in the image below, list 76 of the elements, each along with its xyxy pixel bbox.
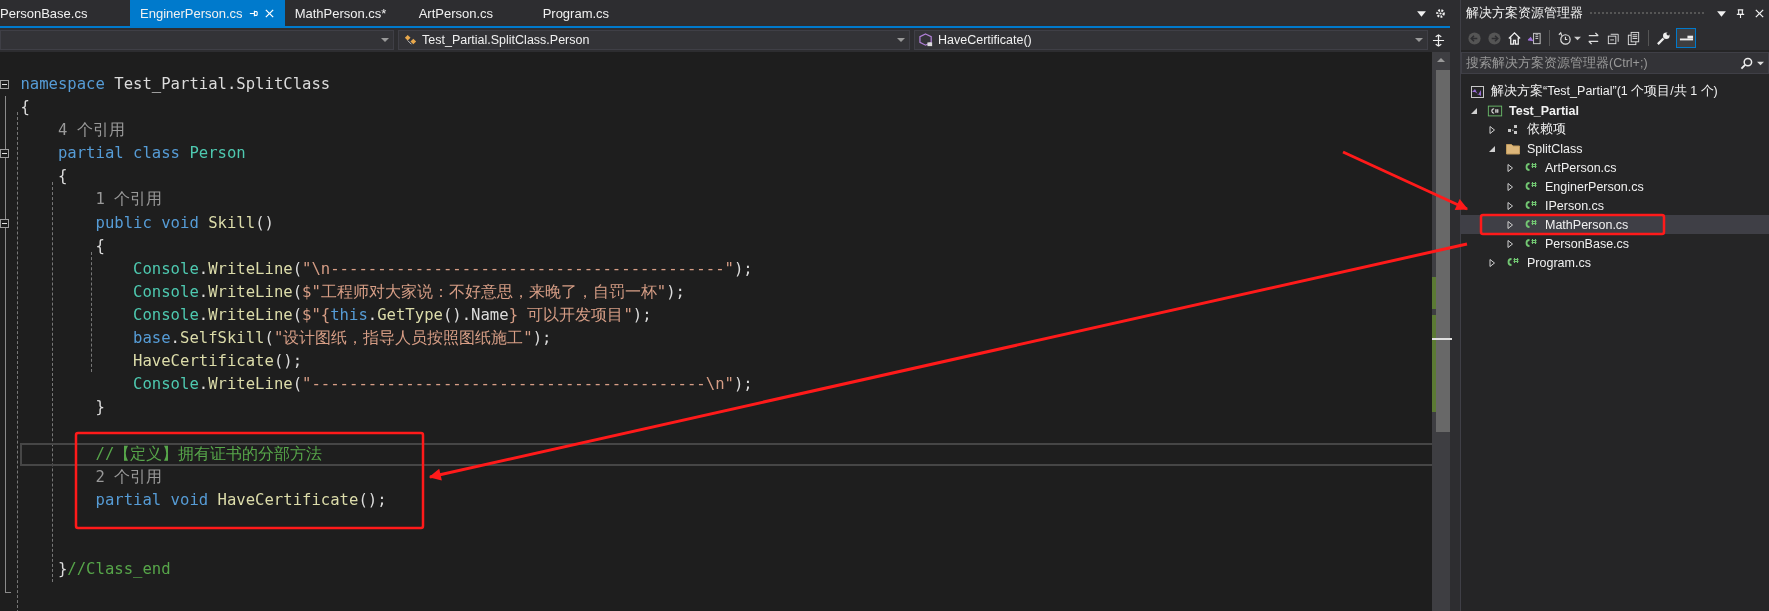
- preview-toggle[interactable]: [1676, 28, 1696, 48]
- code-line: Console.WriteLine("------------------------------------------\n");: [132, 374, 753, 396]
- project-icon: [1487, 102, 1503, 119]
- collapsed-arrow-icon[interactable]: [1505, 219, 1515, 230]
- code-line: {: [20, 97, 30, 119]
- member-dropdown[interactable]: HaveCertificate(): [914, 30, 1428, 50]
- file-tab[interactable]: PersonBase.cs: [0, 0, 130, 26]
- search-field[interactable]: 搜索解决方案资源管理器(Ctrl+;): [1461, 52, 1769, 74]
- caret-icon: [1415, 36, 1423, 44]
- scrollbar[interactable]: [1432, 52, 1450, 611]
- collapsed-arrow-icon[interactable]: [1505, 200, 1515, 211]
- switch-views-icon[interactable]: [1527, 30, 1542, 46]
- file-tab[interactable]: MathPerson.cs*: [284, 0, 409, 26]
- code-comment: //【定义】拥有证书的分部方法: [20, 442, 1432, 466]
- code-line: namespace Test_Partial.SplitClass: [20, 74, 331, 95]
- file-tab[interactable]: ArtPerson.cs: [408, 0, 533, 26]
- collapse-icon[interactable]: [0, 80, 9, 89]
- panel-title: 解决方案资源管理器: [1466, 4, 1583, 22]
- scrollbar-thumb[interactable]: [1436, 70, 1450, 432]
- change-marker: [1432, 277, 1436, 309]
- code-line: }: [94, 397, 105, 419]
- tree-item[interactable]: Program.cs: [1461, 253, 1769, 272]
- code-line: partial void HaveCertificate();: [94, 489, 387, 511]
- collapse-icon[interactable]: [0, 149, 9, 159]
- code-line: Console.WriteLine($"{this.GetType().Name} 可以开发项目");: [132, 304, 652, 326]
- tree-item[interactable]: EnginerPerson.cs: [1461, 177, 1769, 196]
- file-tab[interactable]: Program.cs: [532, 0, 657, 26]
- tree-item[interactable]: Test_Partial: [1461, 101, 1769, 120]
- tab-label: EnginerPerson.cs: [140, 5, 243, 21]
- reference-count[interactable]: 2 个引用: [20, 465, 163, 489]
- caret-icon[interactable]: [1574, 34, 1581, 42]
- code-line: partial class Person: [56, 143, 246, 165]
- collapse-icon[interactable]: [0, 218, 9, 228]
- tree-item[interactable]: 解决方案“Test_Partial”(1 个项目/共 1 个): [1461, 82, 1769, 101]
- collapsed-arrow-icon[interactable]: [1487, 257, 1497, 268]
- reference-count[interactable]: 1 个引用: [20, 188, 163, 212]
- settings-icon[interactable]: [1435, 7, 1446, 19]
- tree-item[interactable]: ArtPerson.cs: [1461, 158, 1769, 177]
- tree-item[interactable]: IPerson.cs: [1461, 196, 1769, 215]
- caret-icon: [381, 36, 389, 44]
- code-line: {: [94, 235, 105, 257]
- code-line: HaveCertificate();: [132, 351, 303, 373]
- history-icon[interactable]: [1557, 30, 1572, 46]
- caret-position-marker: [1432, 338, 1452, 340]
- scroll-up-icon[interactable]: [1436, 56, 1446, 64]
- collapsed-arrow-icon[interactable]: [1505, 238, 1515, 249]
- code-line: }//Class_end: [56, 558, 171, 580]
- tab-label: ArtPerson.cs: [418, 5, 494, 21]
- code-line: Console.WriteLine("\n------------------------------------------");: [132, 258, 753, 280]
- tab-label: MathPerson.cs*: [294, 5, 387, 21]
- tree-item[interactable]: PersonBase.cs: [1461, 234, 1769, 253]
- code-line: {: [56, 166, 68, 188]
- code-line: base.SelfSkill("设计图纸，指导人员按照图纸施工");: [132, 328, 552, 350]
- solution-icon: [1469, 83, 1485, 100]
- collapsed-arrow-icon[interactable]: [1487, 124, 1497, 135]
- collapsed-arrow-icon[interactable]: [1505, 181, 1515, 192]
- collapsed-arrow-icon[interactable]: [1505, 162, 1515, 173]
- pages-icon[interactable]: [1626, 30, 1641, 46]
- type-dropdown[interactable]: Test_Partial.SplitClass.Person: [398, 30, 910, 50]
- tree-item[interactable]: SplitClass: [1461, 139, 1769, 158]
- home-icon[interactable]: [1507, 30, 1522, 46]
- pin-icon[interactable]: [1735, 7, 1746, 19]
- method-icon: [919, 32, 934, 48]
- search-icon[interactable]: [1740, 56, 1753, 70]
- reference-count[interactable]: 4 个引用: [20, 119, 125, 143]
- close-icon[interactable]: [1754, 7, 1765, 19]
- caret-icon[interactable]: [1757, 59, 1764, 67]
- code-line: public void Skill(): [94, 212, 274, 234]
- wrench-icon[interactable]: [1656, 30, 1671, 46]
- split-window-icon[interactable]: [1432, 33, 1445, 47]
- tab-label: Program.cs: [542, 5, 610, 21]
- caret-icon: [897, 36, 905, 44]
- sync-icon[interactable]: [1586, 30, 1601, 46]
- tab-label: PersonBase.cs: [0, 5, 88, 21]
- code-line: Console.WriteLine($"工程师对大家说：不好意思，来晚了，自罚一杯");: [132, 281, 685, 303]
- tree-item[interactable]: 依赖项: [1461, 120, 1769, 139]
